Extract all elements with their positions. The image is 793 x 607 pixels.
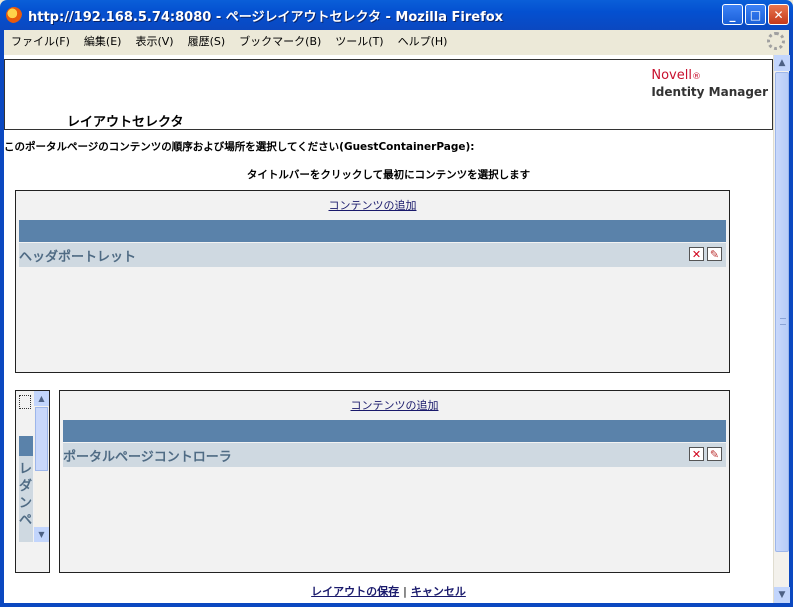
add-content-link[interactable]: コンテンツの追加 xyxy=(60,397,729,413)
narrow-portlet-title: レダンペ xyxy=(19,462,33,528)
portlet-actions: ✕ ✎ xyxy=(689,447,722,461)
add-content-link[interactable]: コンテンツの追加 xyxy=(16,197,729,213)
maximize-button[interactable]: □ xyxy=(745,4,766,25)
scroll-down-icon[interactable]: ▼ xyxy=(774,587,790,603)
portlet-actions: ✕ ✎ xyxy=(689,247,722,261)
edit-icon[interactable]: ✎ xyxy=(707,247,722,261)
instruction-text: このポータルページのコンテンツの順序および場所を選択してください(GuestCo… xyxy=(4,141,475,153)
menu-history[interactable]: 履歴(S) xyxy=(181,33,233,49)
narrow-container: レダンペ ▲ ▼ xyxy=(15,390,50,573)
brand-block: Novell® Identity Manager xyxy=(651,68,768,99)
menu-file[interactable]: ファイル(F) xyxy=(4,33,77,49)
menu-tools[interactable]: ツール(T) xyxy=(328,33,390,49)
page-header: Novell® Identity Manager レイアウトセレクタ xyxy=(4,59,773,130)
scroll-thumb[interactable] xyxy=(775,72,789,552)
delete-icon[interactable]: ✕ xyxy=(689,247,704,261)
novell-logo: Novell® xyxy=(651,68,701,83)
portlet-title: ヘッダポートレット xyxy=(19,249,137,265)
page-scrollbar[interactable]: ▲ ▼ xyxy=(773,55,790,603)
main-container: コンテンツの追加 ポータルページコントローラ ✕ ✎ xyxy=(59,390,730,573)
add-content-icon[interactable] xyxy=(19,395,31,409)
separator: | xyxy=(403,585,407,598)
grip-icon xyxy=(780,318,786,325)
close-button[interactable]: ✕ xyxy=(768,4,789,25)
window-frame-right xyxy=(789,30,793,607)
top-container: コンテンツの追加 ヘッダポートレット ✕ ✎ xyxy=(15,190,730,373)
throbber-icon xyxy=(767,32,785,50)
window-frame-bottom xyxy=(0,603,793,607)
minimize-button[interactable]: _ xyxy=(722,4,743,25)
menu-bookmarks[interactable]: ブックマーク(B) xyxy=(232,33,328,49)
scroll-thumb[interactable] xyxy=(35,407,48,471)
container-titlebar[interactable] xyxy=(63,420,726,442)
scroll-down-icon[interactable]: ▼ xyxy=(34,527,49,542)
page-title: レイアウトセレクタ xyxy=(67,115,184,130)
cancel-link[interactable]: キャンセル xyxy=(411,585,466,598)
header-portlet[interactable]: ヘッダポートレット ✕ ✎ xyxy=(19,243,726,267)
window-titlebar[interactable]: http://192.168.5.74:8080 - ページレイアウトセレクタ … xyxy=(0,0,793,30)
narrow-titlebar[interactable] xyxy=(19,436,33,456)
menu-bar: ファイル(F) 編集(E) 表示(V) 履歴(S) ブックマーク(B) ツール(… xyxy=(4,30,789,52)
footer-actions: レイアウトの保存 | キャンセル xyxy=(4,583,773,599)
delete-icon[interactable]: ✕ xyxy=(689,447,704,461)
edit-icon[interactable]: ✎ xyxy=(707,447,722,461)
menu-help[interactable]: ヘルプ(H) xyxy=(391,33,455,49)
product-name: Identity Manager xyxy=(651,85,768,99)
container-titlebar[interactable] xyxy=(19,220,726,242)
menu-view[interactable]: 表示(V) xyxy=(128,33,180,49)
scroll-up-icon[interactable]: ▲ xyxy=(34,391,49,406)
window-title: http://192.168.5.74:8080 - ページレイアウトセレクタ … xyxy=(28,9,504,25)
instruction-hint: タイトルバーをクリックして最初にコンテンツを選択します xyxy=(246,169,531,181)
firefox-icon xyxy=(6,7,22,23)
save-layout-link[interactable]: レイアウトの保存 xyxy=(311,585,399,598)
page-viewport: Novell® Identity Manager レイアウトセレクタ このポータ… xyxy=(4,55,773,603)
scroll-up-icon[interactable]: ▲ xyxy=(774,55,790,71)
menu-edit[interactable]: 編集(E) xyxy=(77,33,129,49)
window-controls: _ □ ✕ xyxy=(722,4,789,25)
portal-page-controller-portlet[interactable]: ポータルページコントローラ ✕ ✎ xyxy=(63,443,726,467)
narrow-scrollbar[interactable]: ▲ ▼ xyxy=(34,391,49,542)
portlet-title: ポータルページコントローラ xyxy=(63,449,232,465)
